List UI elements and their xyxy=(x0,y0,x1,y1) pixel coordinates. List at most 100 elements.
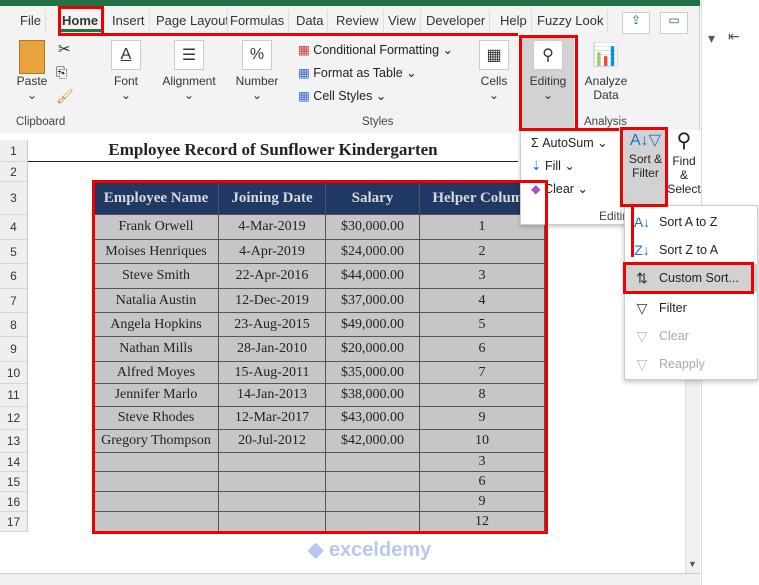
menu-item-sort-z-to-a[interactable]: Z↓ Sort Z to A xyxy=(625,236,758,264)
table-cell[interactable] xyxy=(326,453,420,472)
table-cell[interactable]: 9 xyxy=(420,407,545,430)
row-header[interactable]: 11 xyxy=(0,384,28,407)
table-cell[interactable]: 9 xyxy=(420,492,545,512)
table-cell[interactable]: $30,000.00 xyxy=(326,215,420,240)
table-cell[interactable]: 5 xyxy=(420,313,545,337)
table-cell[interactable]: $44,000.00 xyxy=(326,264,420,289)
table-cell[interactable]: Steve Smith xyxy=(94,264,219,289)
autosum-button[interactable]: Σ AutoSum ⌄ xyxy=(531,135,608,150)
table-cell[interactable]: Steve Rhodes xyxy=(94,407,219,430)
column-header[interactable]: Salary xyxy=(326,182,420,215)
table-cell[interactable]: 15-Aug-2011 xyxy=(219,362,326,384)
copy-icon[interactable]: ⎘ xyxy=(56,64,67,81)
menu-item-sort-a-to-z[interactable]: A↓ Sort A to Z xyxy=(625,208,758,236)
alignment-button[interactable]: ☰ Alignment ⌄ xyxy=(158,40,220,102)
row-header[interactable]: 5 xyxy=(0,240,28,264)
row-header[interactable]: 10 xyxy=(0,362,28,384)
table-cell[interactable]: 8 xyxy=(420,384,545,407)
table-cell[interactable]: $24,000.00 xyxy=(326,240,420,264)
row-header[interactable]: 4 xyxy=(0,215,28,240)
table-cell[interactable] xyxy=(326,492,420,512)
table-cell[interactable] xyxy=(219,453,326,472)
menu-item-filter[interactable]: ▽ Filter xyxy=(625,294,758,322)
number-button[interactable]: % Number ⌄ xyxy=(230,40,284,102)
table-cell[interactable]: Angela Hopkins xyxy=(94,313,219,337)
table-cell[interactable] xyxy=(94,453,219,472)
table-cell[interactable] xyxy=(326,512,420,532)
table-cell[interactable]: Nathan Mills xyxy=(94,337,219,362)
column-header[interactable]: Employee Name xyxy=(94,182,219,215)
sort-filter-button[interactable]: A↓▽ Sort & Filter xyxy=(624,130,667,205)
table-cell[interactable]: Alfred Moyes xyxy=(94,362,219,384)
table-cell[interactable]: 6 xyxy=(420,472,545,492)
table-cell[interactable]: $42,000.00 xyxy=(326,430,420,453)
menu-item-custom-sort[interactable]: ⇅ Custom Sort... xyxy=(625,264,758,292)
table-cell[interactable]: $37,000.00 xyxy=(326,289,420,313)
table-cell[interactable]: 12-Dec-2019 xyxy=(219,289,326,313)
table-cell[interactable] xyxy=(94,492,219,512)
font-button[interactable]: A Font ⌄ xyxy=(106,40,146,102)
row-header[interactable]: 17 xyxy=(0,512,28,532)
table-cell[interactable] xyxy=(219,492,326,512)
table-cell[interactable]: 4-Apr-2019 xyxy=(219,240,326,264)
table-cell[interactable]: 28-Jan-2010 xyxy=(219,337,326,362)
row-header[interactable]: 14 xyxy=(0,453,28,472)
table-cell[interactable] xyxy=(219,472,326,492)
tab-formulas[interactable]: Formulas xyxy=(226,10,290,32)
menu-item-clear[interactable]: ▽ Clear xyxy=(625,322,758,350)
table-cell[interactable]: $49,000.00 xyxy=(326,313,420,337)
table-cell[interactable]: $38,000.00 xyxy=(326,384,420,407)
row-header[interactable]: 13 xyxy=(0,430,28,453)
row-header[interactable]: 9 xyxy=(0,337,28,362)
table-cell[interactable]: $20,000.00 xyxy=(326,337,420,362)
table-cell[interactable]: 12-Mar-2017 xyxy=(219,407,326,430)
table-cell[interactable] xyxy=(94,472,219,492)
row-header[interactable]: 3 xyxy=(0,182,28,215)
table-cell[interactable]: 4-Mar-2019 xyxy=(219,215,326,240)
table-cell[interactable] xyxy=(94,512,219,532)
table-cell[interactable]: 20-Jul-2012 xyxy=(219,430,326,453)
table-cell[interactable]: Jennifer Marlo xyxy=(94,384,219,407)
tab-file[interactable]: File xyxy=(16,10,46,32)
row-header[interactable]: 8 xyxy=(0,313,28,337)
cell-styles-button[interactable]: ▦ Cell Styles ⌄ xyxy=(298,88,386,103)
tab-home[interactable]: Home xyxy=(58,10,104,32)
row-header[interactable]: 7 xyxy=(0,289,28,313)
row-header[interactable]: 12 xyxy=(0,407,28,430)
tab-review[interactable]: Review xyxy=(332,10,384,32)
sheet-tabs-bar[interactable] xyxy=(0,573,700,585)
format-as-table-button[interactable]: ▦ Format as Table ⌄ xyxy=(298,65,417,80)
tab-help[interactable]: Help xyxy=(496,10,532,32)
table-cell[interactable]: 12 xyxy=(420,512,545,532)
table-cell[interactable]: 2 xyxy=(420,240,545,264)
row-header[interactable]: 1 xyxy=(0,140,28,162)
editing-button[interactable]: ⚲ Editing ⌄ xyxy=(522,38,574,128)
cells-button[interactable]: ▦ Cells ⌄ xyxy=(476,40,512,102)
comments-icon[interactable]: ▭ xyxy=(660,12,688,34)
analyze-data-button[interactable]: 📊 Analyze Data xyxy=(580,40,632,102)
table-cell[interactable]: 4 xyxy=(420,289,545,313)
table-cell[interactable]: $35,000.00 xyxy=(326,362,420,384)
table-cell[interactable]: Moises Henriques xyxy=(94,240,219,264)
tab-data[interactable]: Data xyxy=(292,10,329,32)
tab-view[interactable]: View xyxy=(384,10,421,32)
menu-item-reapply[interactable]: ▽ Reapply xyxy=(625,350,758,378)
tab-page-layout[interactable]: Page Layout xyxy=(152,10,228,32)
table-cell[interactable]: 6 xyxy=(420,337,545,362)
row-header[interactable]: 15 xyxy=(0,472,28,492)
table-cell[interactable] xyxy=(326,472,420,492)
table-cell[interactable]: Natalia Austin xyxy=(94,289,219,313)
fill-button[interactable]: ⇣ Fill ⌄ xyxy=(531,158,575,173)
table-cell[interactable]: Gregory Thompson xyxy=(94,430,219,453)
table-cell[interactable]: 22-Apr-2016 xyxy=(219,264,326,289)
find-select-button[interactable]: ⚲ Find & Select xyxy=(667,130,701,205)
share-icon[interactable]: ⇪ xyxy=(622,12,650,34)
tab-fuzzy-look[interactable]: Fuzzy Look xyxy=(533,10,609,32)
column-header[interactable]: Joining Date xyxy=(219,182,326,215)
table-cell[interactable]: $43,000.00 xyxy=(326,407,420,430)
tab-developer[interactable]: Developer xyxy=(422,10,491,32)
table-cell[interactable]: 14-Jan-2013 xyxy=(219,384,326,407)
row-header[interactable]: 2 xyxy=(0,162,28,182)
table-cell[interactable]: Frank Orwell xyxy=(94,215,219,240)
clear-button[interactable]: ◆ Clear ⌄ xyxy=(531,181,588,196)
